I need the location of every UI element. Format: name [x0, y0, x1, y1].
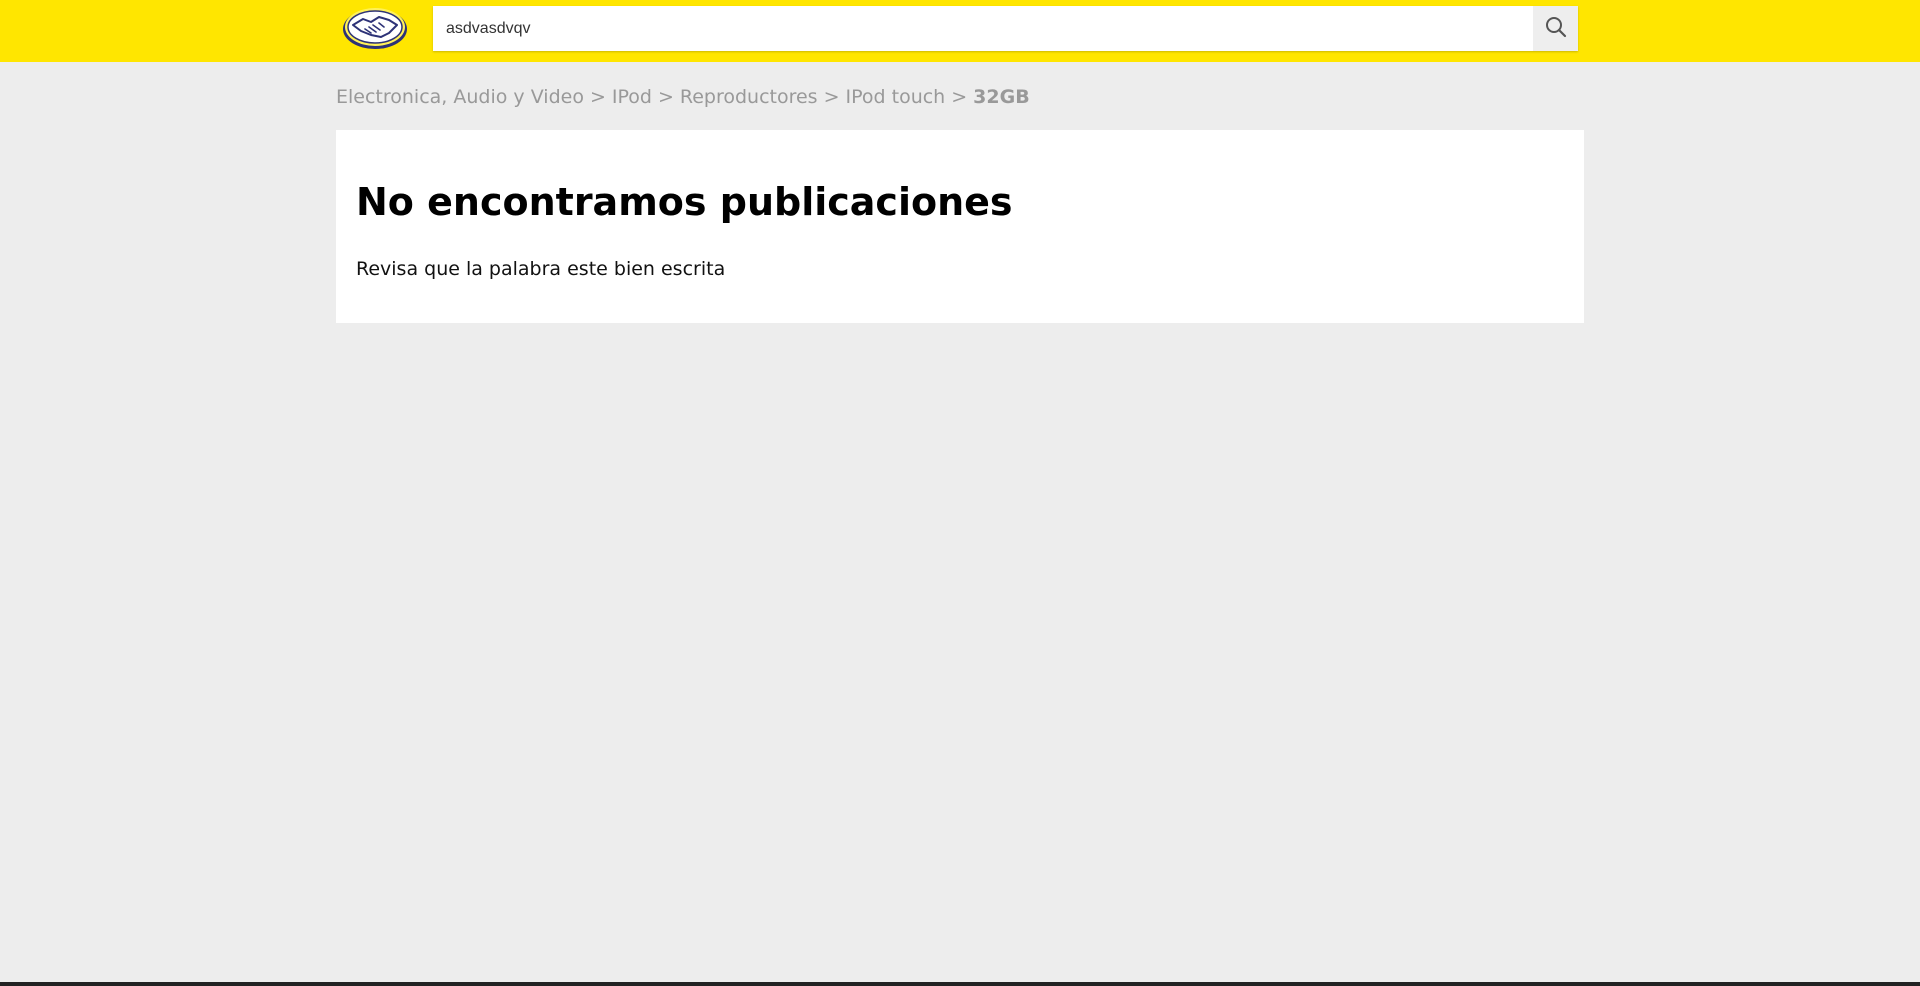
- breadcrumb-item-ipod[interactable]: IPod: [612, 86, 652, 108]
- no-results-card: No encontramos publicaciones Revisa que …: [336, 130, 1584, 323]
- search-icon: [1545, 16, 1567, 41]
- search-input[interactable]: [433, 6, 1533, 51]
- handshake-logo-icon[interactable]: [341, 3, 409, 51]
- breadcrumb-item-ipod-touch[interactable]: IPod touch: [846, 86, 946, 108]
- no-results-title: No encontramos publicaciones: [356, 180, 1013, 224]
- search-box: [433, 6, 1578, 51]
- breadcrumb-separator: >: [589, 86, 606, 108]
- search-button[interactable]: [1533, 6, 1578, 51]
- breadcrumb-item-reproductores[interactable]: Reproductores: [680, 86, 818, 108]
- breadcrumb-separator: >: [657, 86, 674, 108]
- breadcrumb-item-electronica[interactable]: Electronica, Audio y Video: [336, 86, 584, 108]
- breadcrumb-separator: >: [951, 86, 968, 108]
- no-results-hint: Revisa que la palabra este bien escrita: [356, 258, 726, 280]
- header-bar: [0, 0, 1920, 62]
- breadcrumb: Electronica, Audio y Video > IPod > Reproduc…: [336, 86, 1030, 108]
- breadcrumb-separator: >: [823, 86, 840, 108]
- breadcrumb-current: 32GB: [973, 86, 1030, 108]
- bottom-divider: [0, 982, 1920, 986]
